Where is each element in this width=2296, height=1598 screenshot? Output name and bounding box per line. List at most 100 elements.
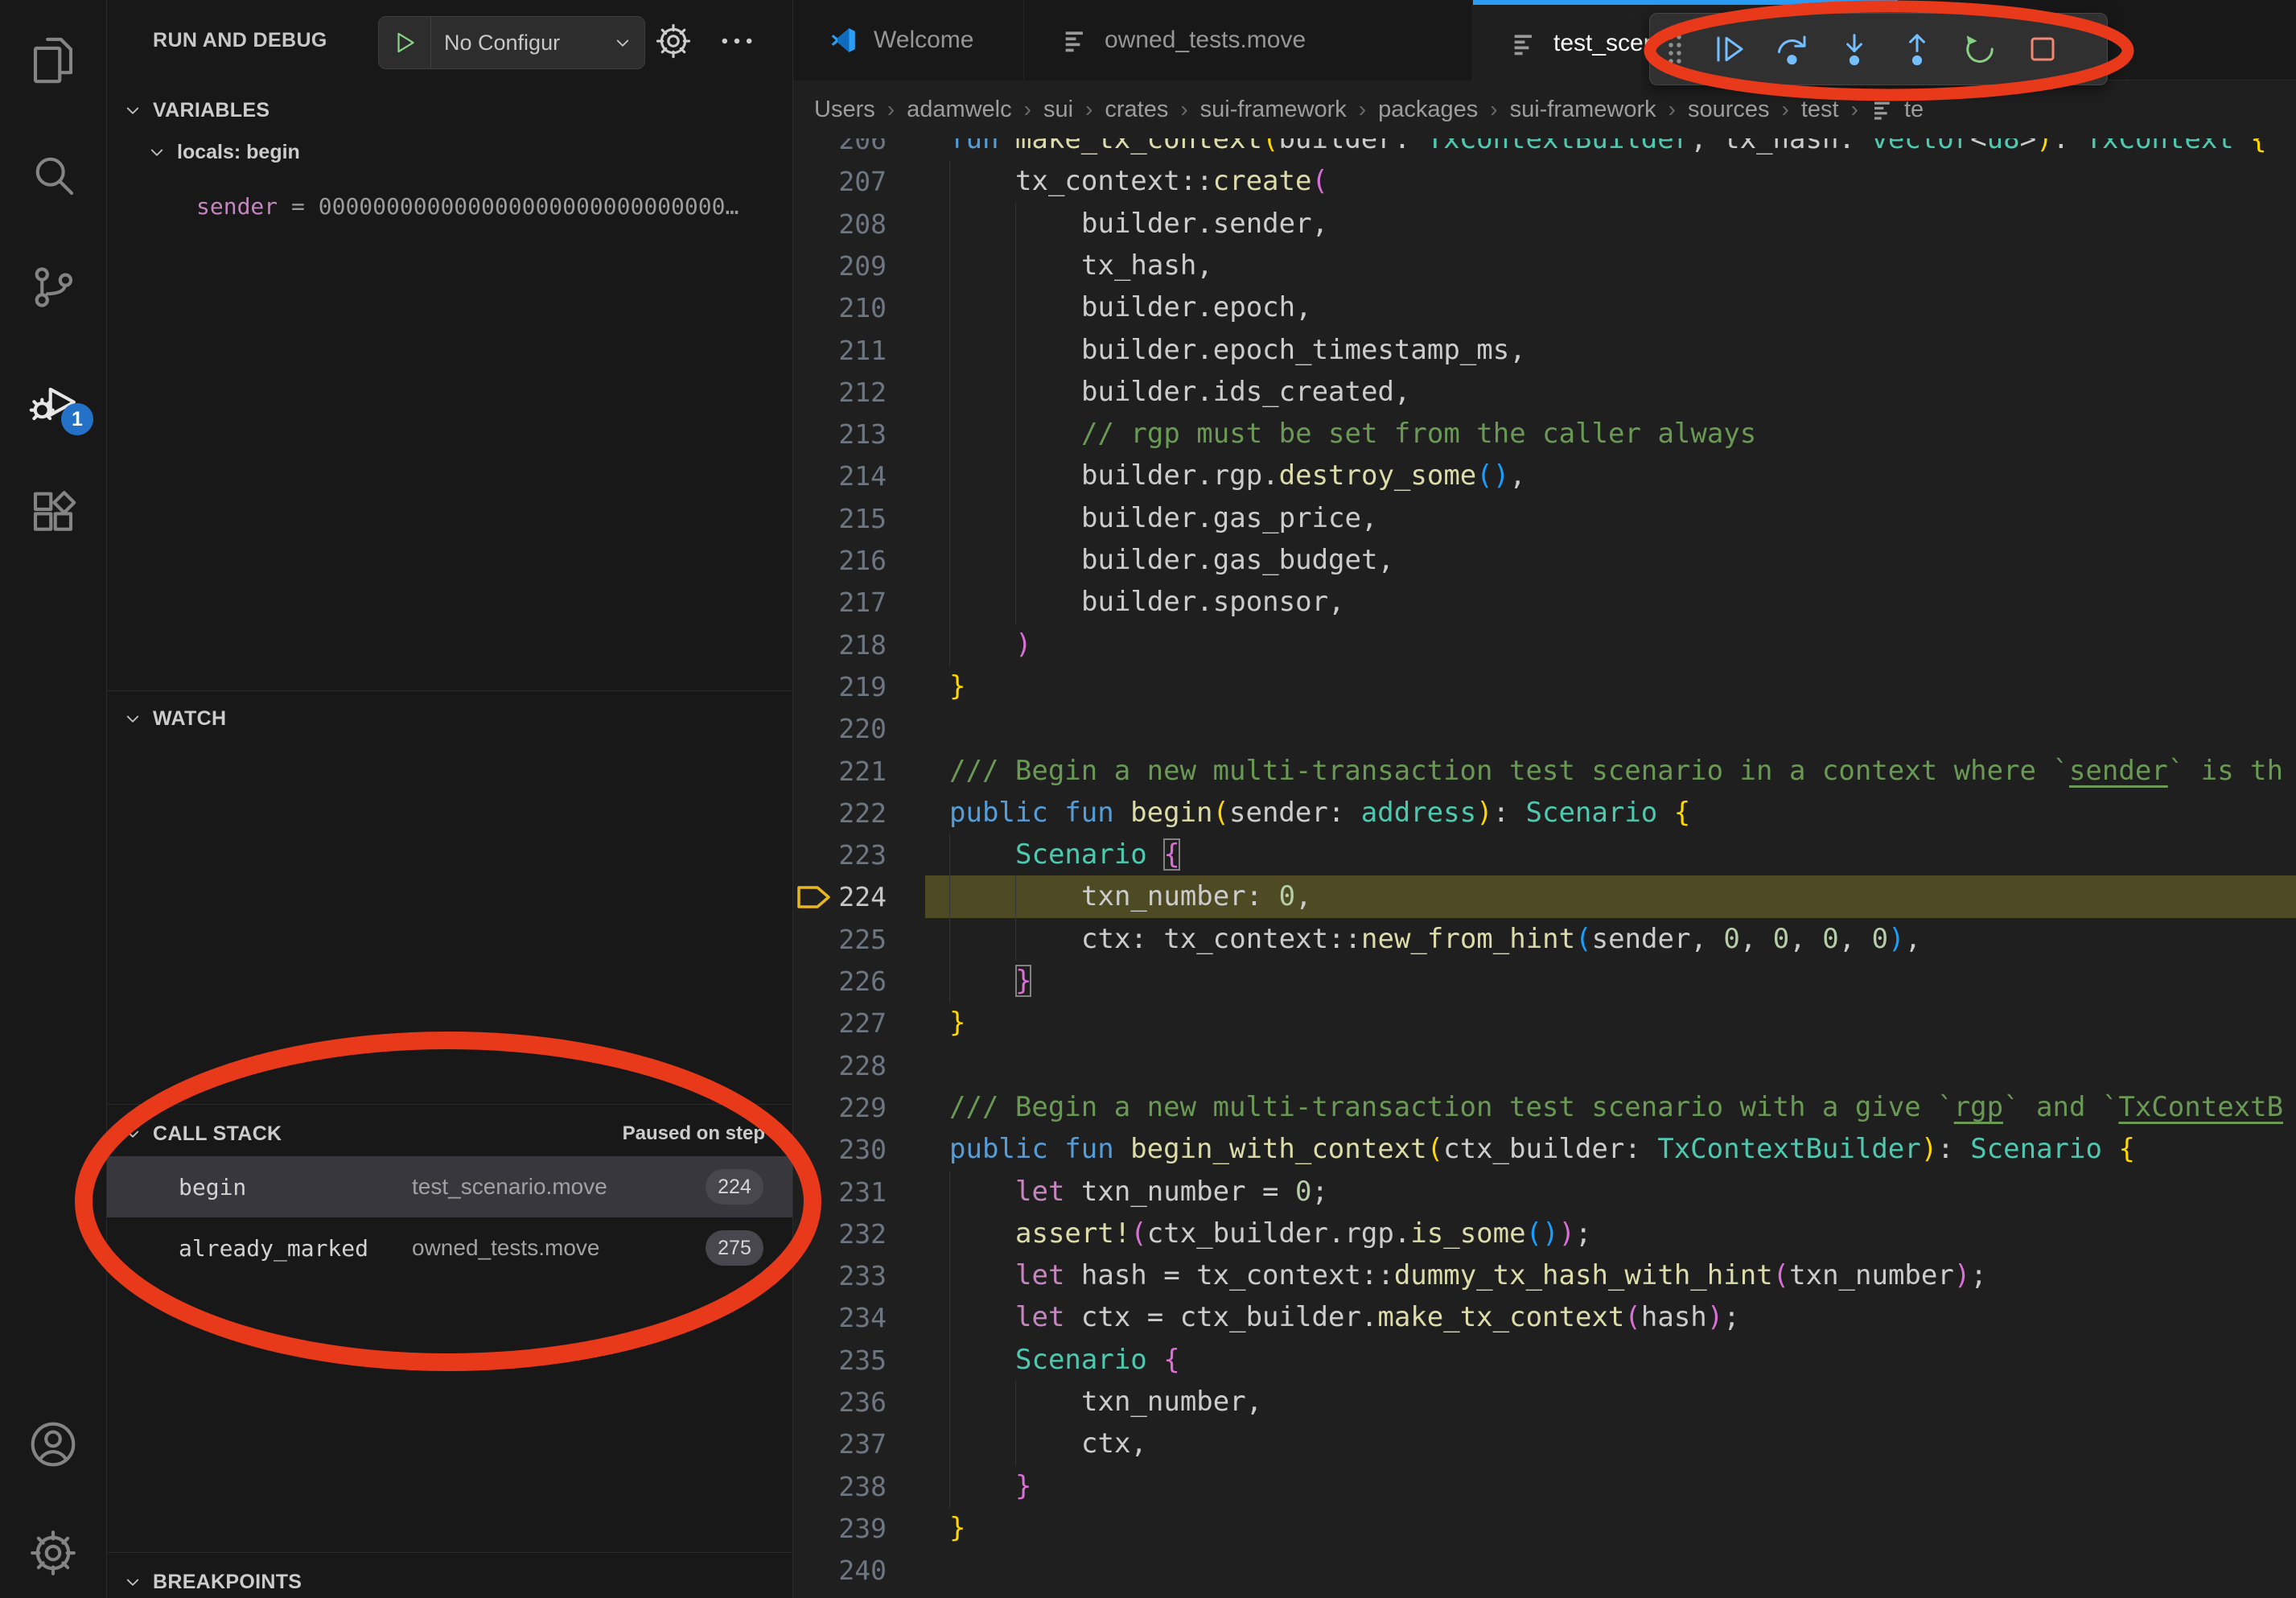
indent-guide — [949, 960, 1015, 1003]
code-line-210[interactable]: 210builder.epoch, — [793, 286, 2296, 329]
code-area[interactable]: 206fun make_tx_context(builder: TxContex… — [793, 0, 2296, 1598]
code-line-216[interactable]: 216builder.gas_budget, — [793, 539, 2296, 582]
tab-welcome[interactable]: Welcome — [793, 0, 1024, 80]
variable-value: 000000000000000000000000000000… — [319, 193, 739, 220]
variable-row[interactable]: sender = 000000000000000000000000000000… — [196, 193, 776, 220]
activity-item-source-control[interactable] — [0, 239, 106, 336]
toolbar-drag-handle[interactable] — [1663, 27, 1687, 71]
continue-icon — [1710, 30, 1748, 68]
line-number: 214 — [806, 455, 887, 497]
frame-file-name: owned_tests.move — [412, 1235, 599, 1261]
activity-item-extensions[interactable] — [0, 464, 106, 561]
breadcrumb-item[interactable]: sources — [1688, 97, 1770, 123]
code-text: public fun begin_with_context(ctx_builde… — [949, 1128, 2135, 1171]
breadcrumb-item[interactable]: Users — [814, 97, 875, 123]
code-line-226[interactable]: 226} — [793, 960, 2296, 1003]
code-line-237[interactable]: 237ctx, — [793, 1423, 2296, 1465]
breadcrumb-item[interactable]: sui-framework — [1200, 97, 1347, 123]
debug-settings-gear-icon[interactable] — [653, 21, 693, 61]
code-line-233[interactable]: 233let hash = tx_context::dummy_tx_hash_… — [793, 1254, 2296, 1297]
breadcrumb-item[interactable]: adamwelc — [907, 97, 1012, 123]
extensions-icon — [27, 486, 80, 539]
breadcrumb-item[interactable]: test — [1801, 97, 1839, 123]
step-into-button[interactable] — [1829, 23, 1880, 75]
indent-guide — [949, 455, 1015, 497]
code-text: /// Begin a new multi-transaction test s… — [949, 1086, 2283, 1129]
code-line-208[interactable]: 208builder.sender, — [793, 203, 2296, 245]
code-line-235[interactable]: 235Scenario { — [793, 1339, 2296, 1382]
code-line-215[interactable]: 215builder.gas_price, — [793, 497, 2296, 540]
code-line-218[interactable]: 218) — [793, 624, 2296, 666]
code-line-238[interactable]: 238} — [793, 1465, 2296, 1508]
breadcrumb-item[interactable]: packages — [1378, 97, 1478, 123]
scope-label: locals: begin — [177, 141, 300, 164]
code-line-228[interactable]: 228 — [793, 1044, 2296, 1087]
breadcrumb-item[interactable]: sui-framework — [1510, 97, 1656, 123]
variable-separator: = — [278, 193, 319, 220]
more-actions-icon[interactable] — [716, 31, 758, 51]
tab-owned_tests-move[interactable]: owned_tests.move — [1024, 0, 1473, 80]
code-text: Scenario { — [949, 834, 1180, 876]
code-line-219[interactable]: 219} — [793, 665, 2296, 708]
code-text: builder.gas_budget, — [949, 539, 1394, 582]
breadcrumb-item[interactable]: crates — [1105, 97, 1168, 123]
code-line-232[interactable]: 232assert!(ctx_builder.rgp.is_some()); — [793, 1213, 2296, 1255]
indent-guide — [1015, 245, 1081, 287]
indent-guide — [949, 497, 1015, 540]
code-line-236[interactable]: 236txn_number, — [793, 1381, 2296, 1423]
code-line-220[interactable]: 220 — [793, 707, 2296, 750]
indent-guide — [949, 1213, 1015, 1255]
indent-guide — [949, 581, 1015, 624]
indent-guide — [949, 160, 1015, 203]
line-number: 224 — [806, 875, 887, 918]
code-line-239[interactable]: 239} — [793, 1507, 2296, 1550]
section-variables[interactable]: VARIABLES — [106, 90, 792, 130]
code-line-230[interactable]: 230public fun begin_with_context(ctx_bui… — [793, 1128, 2296, 1171]
code-line-229[interactable]: 229/// Begin a new multi-transaction tes… — [793, 1086, 2296, 1129]
variables-scope-row[interactable]: locals: begin — [145, 140, 300, 164]
code-line-212[interactable]: 212builder.ids_created, — [793, 371, 2296, 414]
code-line-234[interactable]: 234let ctx = ctx_builder.make_tx_context… — [793, 1296, 2296, 1339]
step-over-button[interactable] — [1766, 23, 1817, 75]
call-stack-frame[interactable]: already_markedowned_tests.move275 — [106, 1217, 792, 1279]
stop-button[interactable] — [2017, 23, 2068, 75]
indent-guide — [949, 245, 1015, 287]
code-line-231[interactable]: 231let txn_number = 0; — [793, 1171, 2296, 1213]
code-line-221[interactable]: 221/// Begin a new multi-transaction tes… — [793, 750, 2296, 793]
activity-item-explorer[interactable] — [0, 12, 106, 109]
breadcrumb-file-item[interactable]: te — [1870, 97, 1924, 123]
restart-button[interactable] — [1954, 23, 2006, 75]
code-text: } — [949, 1002, 965, 1044]
run-config-dropdown[interactable]: No Configur — [378, 16, 645, 69]
breadcrumb-separator-icon: › — [1782, 97, 1789, 122]
step-out-button[interactable] — [1891, 23, 1943, 75]
line-number: 232 — [806, 1213, 887, 1255]
indent-guide — [1015, 1423, 1081, 1465]
code-line-214[interactable]: 214builder.rgp.destroy_some(), — [793, 455, 2296, 497]
code-line-217[interactable]: 217builder.sponsor, — [793, 581, 2296, 624]
activity-item-account[interactable] — [0, 1396, 106, 1493]
continue-button[interactable] — [1703, 23, 1755, 75]
section-watch[interactable]: WATCH — [106, 698, 792, 739]
indent-guide — [1015, 455, 1081, 497]
code-line-224[interactable]: 224txn_number: 0, — [793, 875, 2296, 918]
code-line-240[interactable]: 240 — [793, 1549, 2296, 1592]
code-line-207[interactable]: 207tx_context::create( — [793, 160, 2296, 203]
section-call-stack[interactable]: CALL STACK Paused on step — [106, 1114, 792, 1154]
code-line-227[interactable]: 227} — [793, 1002, 2296, 1044]
activity-item-run-and-debug[interactable]: 1 — [0, 352, 106, 448]
activity-item-search[interactable] — [0, 126, 106, 223]
code-line-222[interactable]: 222public fun begin(sender: address): Sc… — [793, 792, 2296, 834]
breadcrumb-item[interactable]: sui — [1043, 97, 1073, 123]
activity-item-settings[interactable] — [0, 1505, 106, 1598]
code-line-241[interactable]: 241/// Creates and shares system objects… — [793, 1592, 2296, 1598]
indent-guide — [1015, 329, 1081, 372]
code-line-211[interactable]: 211builder.epoch_timestamp_ms, — [793, 329, 2296, 372]
start-debugging-icon[interactable] — [379, 17, 431, 68]
section-breakpoints[interactable]: BREAKPOINTS — [106, 1562, 792, 1598]
call-stack-frame[interactable]: begintest_scenario.move224 — [106, 1156, 792, 1217]
code-line-209[interactable]: 209tx_hash, — [793, 245, 2296, 287]
code-line-213[interactable]: 213// rgp must be set from the caller al… — [793, 413, 2296, 455]
code-line-225[interactable]: 225ctx: tx_context::new_from_hint(sender… — [793, 918, 2296, 961]
code-line-223[interactable]: 223Scenario { — [793, 834, 2296, 876]
